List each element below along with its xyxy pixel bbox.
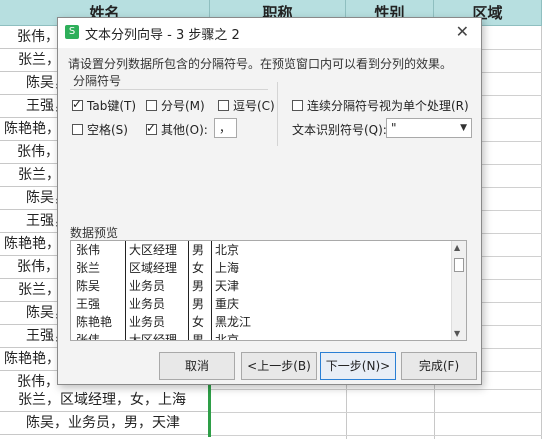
group-separator — [277, 82, 278, 146]
checkbox-box — [218, 100, 229, 111]
preview-cell: 张伟 — [76, 333, 101, 341]
qualifier-value: " — [391, 121, 397, 135]
preview-cell: 大区经理 — [129, 243, 178, 257]
qualifier-label: 文本识别符号(Q): — [292, 123, 387, 137]
row-line — [210, 412, 542, 413]
comma-checkbox[interactable]: 逗号(C) — [218, 97, 275, 114]
checkbox-box — [292, 100, 303, 111]
preview-cell: 王强 — [76, 297, 101, 311]
row-line — [210, 435, 542, 436]
checkbox-label: 其他(O): — [161, 123, 208, 137]
checkbox-label: 空格(S) — [87, 123, 128, 137]
delimiter-group-label: 分隔符号 — [73, 74, 122, 88]
scroll-down-icon[interactable]: ▼ — [454, 329, 460, 338]
consecutive-checkbox[interactable]: 连续分隔符号视为单个处理(R) — [292, 97, 469, 114]
table-cell[interactable]: 陈吴，业务员，男，天津 — [0, 412, 210, 435]
preview-cell: 男 — [192, 279, 205, 293]
qualifier-select[interactable]: " ▼ — [386, 118, 472, 138]
checkbox-box — [72, 124, 83, 135]
checkbox-box — [72, 97, 83, 111]
checkbox-label: Tab键(T) — [87, 99, 137, 113]
checkbox-label: 分号(M) — [161, 99, 205, 113]
preview-label: 数据预览 — [70, 226, 119, 240]
column-break — [125, 241, 126, 340]
app-icon: S — [65, 25, 79, 39]
preview-cell: 男 — [192, 243, 205, 257]
column-break — [188, 241, 189, 340]
scroll-up-icon[interactable]: ▲ — [454, 243, 460, 252]
preview-cell: 女 — [192, 261, 205, 275]
dialog-titlebar[interactable]: S 文本分列向导 - 3 步骤之 2 ✕ — [58, 18, 481, 48]
next-button[interactable]: 下一步(N)> — [320, 352, 396, 380]
preview-cell: 陈艳艳 — [76, 315, 113, 329]
close-icon[interactable]: ✕ — [456, 22, 469, 41]
preview-cell: 上海 — [215, 261, 240, 275]
space-checkbox[interactable]: 空格(S) — [72, 121, 128, 138]
preview-cell: 区域经理 — [129, 261, 178, 275]
semicolon-checkbox[interactable]: 分号(M) — [146, 97, 205, 114]
preview-cell: 男 — [192, 333, 205, 341]
preview-cell: 陈吴 — [76, 279, 101, 293]
row-line — [210, 389, 542, 390]
preview-cell: 张伟 — [76, 243, 101, 257]
preview-cell: 张兰 — [76, 261, 101, 275]
group-divider — [70, 89, 268, 90]
preview-cell: 黑龙江 — [215, 315, 252, 329]
preview-cell: 北京 — [215, 243, 240, 257]
finish-button[interactable]: 完成(F) — [401, 352, 477, 380]
chevron-down-icon: ▼ — [460, 123, 467, 133]
preview-cell: 业务员 — [129, 315, 166, 329]
checkbox-box — [146, 100, 157, 111]
other-checkbox[interactable]: 其他(O): — [146, 121, 208, 138]
checkbox-label: 逗号(C) — [233, 99, 275, 113]
scroll-thumb[interactable] — [454, 258, 464, 272]
table-cell[interactable]: 张兰，区域经理，女，上海 — [0, 389, 210, 412]
text-to-columns-dialog: S 文本分列向导 - 3 步骤之 2 ✕ 请设置分列数据所包含的分隔符号。在预览… — [57, 17, 482, 385]
dialog-description: 请设置分列数据所包含的分隔符号。在预览窗口内可以看到分列的效果。 — [68, 57, 453, 71]
data-preview: 张伟 大区经理 男 北京 张兰 区域经理 女 上海 陈吴 业务员 男 天津 王强… — [70, 240, 467, 341]
other-delimiter-input[interactable]: ， — [214, 118, 237, 138]
preview-cell: 大区经理 — [129, 333, 178, 341]
dialog-title: 文本分列向导 - 3 步骤之 2 — [85, 28, 240, 43]
preview-scrollbar[interactable]: ▲ ▼ — [451, 241, 466, 340]
preview-cell: 业务员 — [129, 297, 166, 311]
preview-cell: 北京 — [215, 333, 240, 341]
tab-checkbox[interactable]: Tab键(T) — [72, 97, 136, 114]
preview-cell: 业务员 — [129, 279, 166, 293]
column-break — [211, 241, 212, 340]
back-button[interactable]: <上一步(B) — [241, 352, 317, 380]
checkbox-box — [146, 121, 157, 135]
preview-cell: 重庆 — [215, 297, 240, 311]
preview-cell: 天津 — [215, 279, 240, 293]
preview-cell: 女 — [192, 315, 205, 329]
cancel-button[interactable]: 取消 — [159, 352, 235, 380]
preview-cell: 男 — [192, 297, 205, 311]
checkbox-label: 连续分隔符号视为单个处理(R) — [307, 99, 469, 113]
